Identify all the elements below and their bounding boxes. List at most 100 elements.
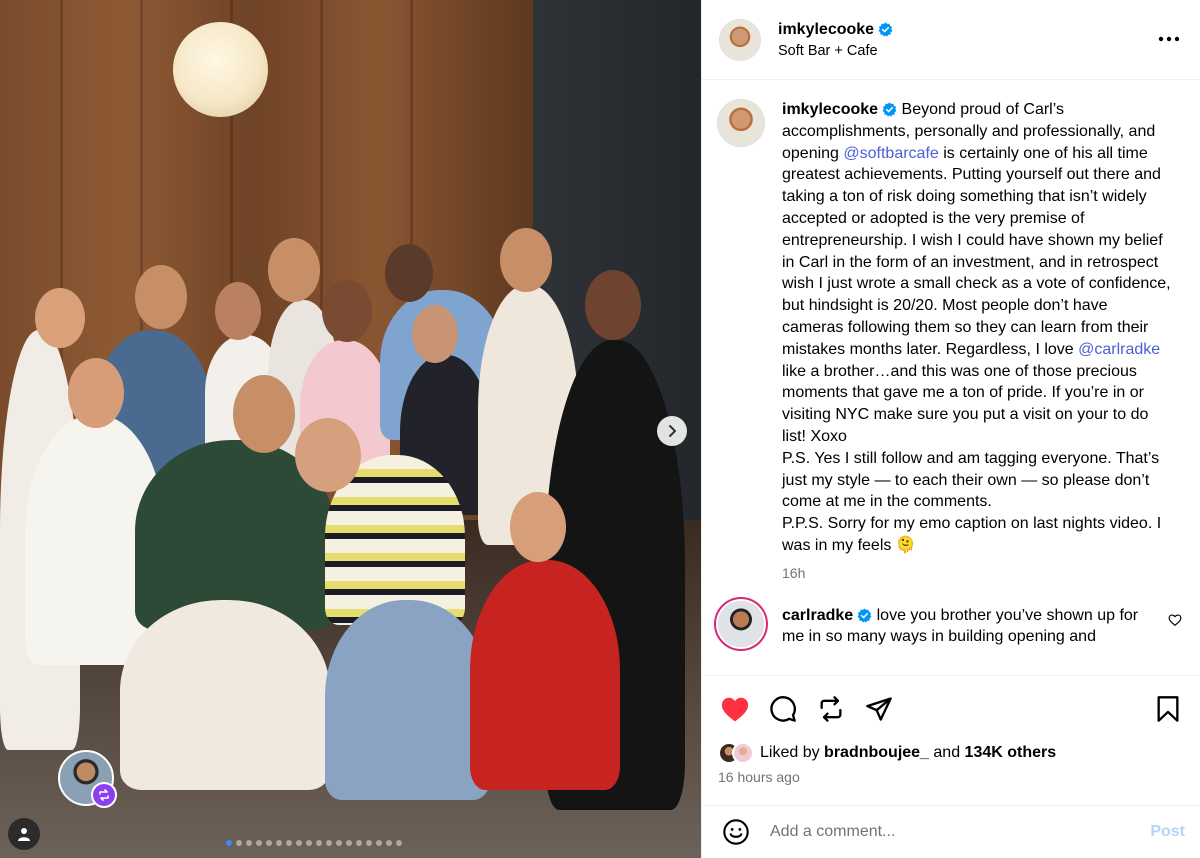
- post-location[interactable]: Soft Bar + Cafe: [778, 43, 1154, 59]
- likes-text: Liked by bradnboujee_ and 134K others: [760, 744, 1056, 762]
- carousel-dot: [396, 840, 402, 846]
- liked-by-prefix: Liked by: [760, 744, 825, 761]
- carousel-indicator: [226, 840, 402, 846]
- person-head: [233, 375, 295, 453]
- heart-outline-icon: [1168, 613, 1182, 626]
- person-head: [268, 238, 320, 302]
- next-photo-button[interactable]: [657, 416, 687, 446]
- emoji-icon[interactable]: [722, 818, 750, 846]
- send-icon: [866, 697, 892, 721]
- add-comment-bar: Post: [702, 805, 1200, 858]
- comment-bubble-icon: [770, 696, 796, 722]
- author-avatar[interactable]: [720, 19, 760, 60]
- mention-link-softbarcafe[interactable]: @softbarcafe: [843, 145, 938, 162]
- carousel-dot: [376, 840, 382, 846]
- verified-badge-icon: [882, 102, 897, 118]
- caption-username[interactable]: imkylecooke: [782, 99, 878, 121]
- caption-username-row: imkylecooke: [782, 99, 897, 121]
- carousel-dot: [266, 840, 272, 846]
- pendant-lamp: [173, 22, 268, 117]
- repost-icon: [99, 789, 109, 801]
- carousel-dot: [336, 840, 342, 846]
- person: [470, 560, 620, 790]
- post-timestamp[interactable]: 16 hours ago: [718, 769, 1185, 785]
- post-header: imkylecooke Soft Bar + Cafe: [702, 0, 1200, 80]
- repost-icon: [820, 696, 842, 722]
- carousel-dot: [356, 840, 362, 846]
- person-head: [412, 305, 458, 363]
- share-button[interactable]: [862, 692, 896, 726]
- comment-item: carlradke love you brother you’ve shown …: [702, 585, 1200, 649]
- author-username[interactable]: imkylecooke: [778, 21, 874, 39]
- repost-button[interactable]: [814, 692, 848, 726]
- commenter-username[interactable]: carlradke: [782, 605, 853, 627]
- save-button[interactable]: [1151, 692, 1185, 726]
- carousel-dot: [286, 840, 292, 846]
- carousel-dot: [256, 840, 262, 846]
- liker-avatar[interactable]: [732, 742, 754, 764]
- like-button[interactable]: [718, 692, 752, 726]
- carousel-dot: [276, 840, 282, 846]
- person: [325, 600, 490, 800]
- caption-pps: P.P.S. Sorry for my emo caption on last …: [782, 515, 1162, 554]
- heart-filled-icon: [721, 697, 749, 722]
- caption-text-part: is certainly one of his all time greates…: [782, 144, 1171, 358]
- carousel-dot: [306, 840, 312, 846]
- liked-by-joiner: and: [928, 744, 965, 761]
- likes-count-link[interactable]: 134K others: [965, 744, 1057, 761]
- chevron-right-icon: [669, 425, 676, 437]
- carousel-dot: [326, 840, 332, 846]
- caption-text: imkylecooke Beyond proud of Carl’s accom…: [782, 99, 1172, 448]
- collab-badge: [91, 782, 117, 808]
- more-horizontal-icon: [1158, 36, 1180, 41]
- person-head: [385, 244, 433, 302]
- comment-button[interactable]: [766, 692, 800, 726]
- comments-section[interactable]: imkylecooke Beyond proud of Carl’s accom…: [702, 81, 1200, 675]
- person-head: [135, 265, 187, 329]
- commenter-avatar[interactable]: [718, 600, 764, 647]
- person-head: [500, 228, 552, 292]
- author-info: imkylecooke Soft Bar + Cafe: [778, 21, 1154, 59]
- person-head: [322, 280, 372, 342]
- carousel-dot: [246, 840, 252, 846]
- likes-summary: Liked by bradnboujee_ and 134K others: [718, 742, 1185, 764]
- caption-body: imkylecooke Beyond proud of Carl’s accom…: [782, 99, 1172, 585]
- carousel-dot: [236, 840, 242, 846]
- person-head: [510, 492, 566, 562]
- action-buttons-row: [718, 676, 1185, 742]
- comment-body: carlradke love you brother you’ve shown …: [782, 605, 1154, 649]
- verified-badge-icon: [857, 608, 872, 623]
- author-username-row: imkylecooke: [778, 21, 893, 39]
- comment-like-button[interactable]: [1168, 613, 1182, 632]
- user-icon: [18, 828, 30, 841]
- post-photo[interactable]: [0, 0, 701, 858]
- person-head: [585, 270, 641, 340]
- caption-text-part: like a brother…and this was one of those…: [782, 362, 1149, 445]
- carousel-dot: [226, 840, 232, 846]
- carousel-dot: [386, 840, 392, 846]
- person-head: [35, 288, 85, 348]
- post-caption: imkylecooke Beyond proud of Carl’s accom…: [702, 81, 1200, 585]
- comment-input[interactable]: [770, 823, 1151, 841]
- person: [120, 600, 330, 790]
- post-comment-button[interactable]: Post: [1150, 823, 1185, 841]
- tagged-users-button[interactable]: [8, 818, 40, 850]
- person-head: [68, 358, 124, 428]
- carousel-dot: [296, 840, 302, 846]
- mention-link-carlradke[interactable]: @carlradke: [1078, 341, 1160, 358]
- verified-badge-icon: [878, 22, 893, 37]
- caption-author-avatar[interactable]: [718, 100, 764, 146]
- liked-by-user-link[interactable]: bradnboujee_: [824, 744, 929, 761]
- caption-timestamp[interactable]: 16h: [782, 563, 1172, 585]
- post-detail-panel: imkylecooke Soft Bar + Cafe imkylecooke …: [701, 0, 1200, 858]
- carousel-dot: [366, 840, 372, 846]
- commenter-username-row: carlradke: [782, 605, 872, 627]
- post-actions: Liked by bradnboujee_ and 134K others 16…: [702, 675, 1200, 805]
- carousel-dot: [316, 840, 322, 846]
- carousel-dot: [346, 840, 352, 846]
- bookmark-icon: [1157, 696, 1179, 722]
- person-head: [295, 418, 361, 492]
- person-head: [215, 282, 261, 340]
- more-options-button[interactable]: [1154, 30, 1184, 50]
- caption-ps: P.S. Yes I still follow and am tagging e…: [782, 449, 1160, 511]
